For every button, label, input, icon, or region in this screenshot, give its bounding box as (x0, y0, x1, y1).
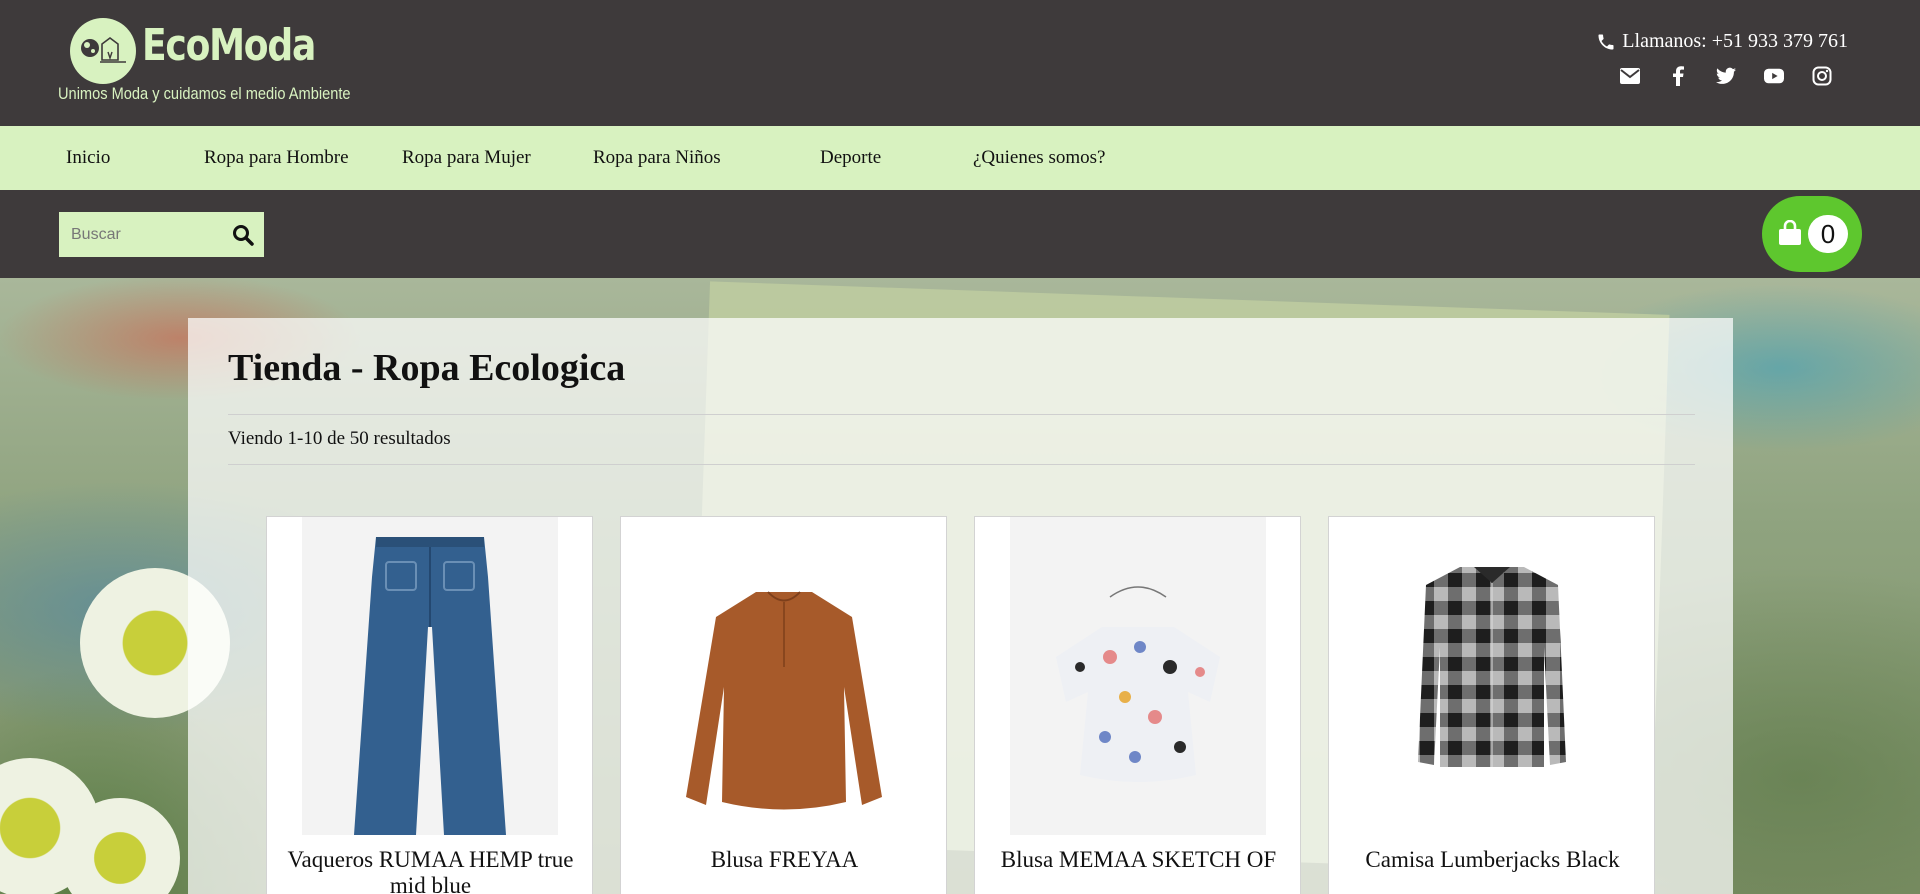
divider (228, 464, 1695, 465)
product-image-blouse-floral[interactable] (1010, 517, 1266, 835)
product-card[interactable]: Blusa FREYAA (620, 516, 947, 894)
page-title: Tienda - Ropa Ecologica (228, 347, 626, 389)
social-links (1620, 66, 1832, 86)
facebook-icon[interactable] (1668, 66, 1688, 86)
search-input[interactable] (59, 212, 219, 257)
result-count: Viendo 1-10 de 50 resultados (228, 428, 451, 449)
search-bar: 0 (0, 190, 1920, 278)
nav-item-quienes-somos[interactable]: ¿Quienes somos? (973, 147, 1105, 169)
nav-item-deporte[interactable]: Deporte (820, 147, 881, 169)
logo-icon[interactable] (70, 18, 136, 84)
shopping-bag-icon (1778, 219, 1802, 251)
product-name[interactable]: Camisa Lumberjacks Black (1329, 847, 1656, 873)
top-header: EcoModa Unimos Moda y cuidamos el medio … (0, 0, 1920, 126)
nav-item-ropa-mujer[interactable]: Ropa para Mujer (402, 147, 531, 169)
nav-item-ropa-hombre[interactable]: Ropa para Hombre (204, 147, 349, 169)
search-icon[interactable] (232, 224, 254, 246)
nav-item-inicio[interactable]: Inicio (66, 147, 110, 169)
youtube-icon[interactable] (1764, 66, 1784, 86)
phone-text: Llamanos: +51 933 379 761 (1622, 30, 1848, 52)
instagram-icon[interactable] (1812, 66, 1832, 86)
product-image-plaid-shirt[interactable] (1364, 517, 1620, 835)
search-box (59, 212, 264, 257)
product-card[interactable]: Camisa Lumberjacks Black (1328, 516, 1655, 894)
main-nav: Inicio Ropa para Hombre Ropa para Mujer … (0, 126, 1920, 190)
divider (228, 414, 1695, 415)
product-name[interactable]: Blusa FREYAA (621, 847, 948, 873)
product-name[interactable]: Blusa MEMAA SKETCH OF (975, 847, 1302, 873)
mail-icon[interactable] (1620, 66, 1640, 86)
phone-contact[interactable]: Llamanos: +51 933 379 761 (1596, 30, 1848, 53)
product-card[interactable]: Vaqueros RUMAA HEMP true mid blue (266, 516, 593, 894)
cart-button[interactable]: 0 (1762, 196, 1862, 272)
shop-panel: Tienda - Ropa Ecologica Viendo 1-10 de 5… (188, 318, 1733, 894)
brand-name[interactable]: EcoModa (142, 20, 316, 71)
nav-item-ropa-ninos[interactable]: Ropa para Niños (593, 147, 721, 169)
product-image-blouse-brown[interactable] (656, 517, 912, 835)
phone-icon (1596, 32, 1616, 52)
twitter-icon[interactable] (1716, 66, 1736, 86)
cart-count-badge: 0 (1808, 215, 1848, 253)
brand-tagline: Unimos Moda y cuidamos el medio Ambiente (58, 84, 351, 103)
hero-background: Tienda - Ropa Ecologica Viendo 1-10 de 5… (0, 278, 1920, 894)
product-card[interactable]: Blusa MEMAA SKETCH OF (974, 516, 1301, 894)
product-name[interactable]: Vaqueros RUMAA HEMP true mid blue (267, 847, 594, 894)
product-image-jeans[interactable] (302, 517, 558, 835)
